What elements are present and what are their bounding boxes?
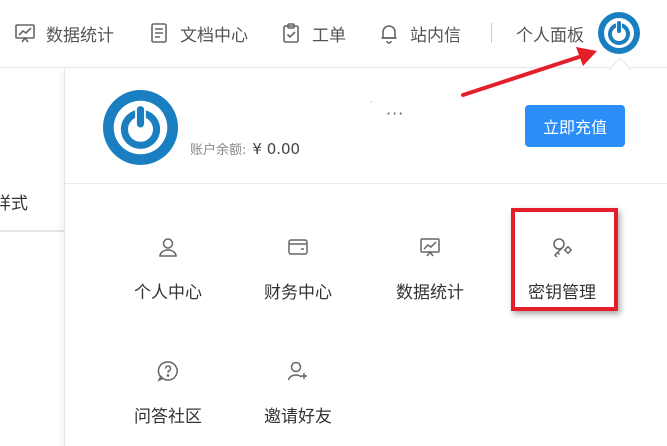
chart-board-icon xyxy=(14,22,36,44)
power-logo-icon xyxy=(103,90,178,165)
nav-item-label: 工单 xyxy=(312,25,346,46)
dropdown-avatar[interactable] xyxy=(103,90,178,165)
balance-value: ¥ 0.00 xyxy=(252,140,301,158)
username: · xyxy=(370,98,373,107)
personal-panel-link[interactable]: 个人面板 xyxy=(516,20,584,46)
user-icon xyxy=(157,236,179,258)
chart-board-icon xyxy=(419,236,441,258)
nav-item-label: 站内信 xyxy=(410,25,461,46)
power-logo-icon xyxy=(598,12,640,54)
balance-label: 账户余额: xyxy=(190,143,247,158)
menu-item-label: 邀请好友 xyxy=(264,407,332,427)
nav-item-tickets[interactable]: 工单 xyxy=(280,20,346,46)
question-bubble-icon xyxy=(157,360,179,382)
top-navigation-bar: 数据统计 文档中心 工单 站内信 个人面板 xyxy=(0,0,667,68)
nav-item-data-stats[interactable]: 数据统计 xyxy=(14,20,114,46)
menu-item-label: 个人中心 xyxy=(134,283,202,303)
menu-item-label: 财务中心 xyxy=(264,283,332,303)
add-user-icon xyxy=(287,360,309,382)
nav-item-label: 数据统计 xyxy=(46,25,114,46)
avatar[interactable] xyxy=(598,12,640,54)
menu-item-invite-friends[interactable]: 邀请好友 xyxy=(243,360,353,427)
highlight-box xyxy=(511,208,618,311)
menu-item-personal-center[interactable]: 个人中心 xyxy=(113,236,223,303)
menu-item-data-stats[interactable]: 数据统计 xyxy=(375,236,485,303)
left-background-panel xyxy=(0,68,64,446)
bell-icon xyxy=(378,22,400,44)
account-balance: 账户余额: ¥ 0.00 xyxy=(190,139,300,158)
left-divider xyxy=(0,230,64,232)
menu-item-label: 数据统计 xyxy=(396,283,464,303)
menu-item-finance-center[interactable]: 财务中心 xyxy=(243,236,353,303)
more-options[interactable]: ··· xyxy=(386,104,404,123)
clipboard-check-icon xyxy=(280,22,302,44)
recharge-button[interactable]: 立即充值 xyxy=(525,105,625,147)
menu-item-label: 问答社区 xyxy=(134,407,202,427)
wallet-icon xyxy=(287,236,309,258)
left-partial-text: 样式 xyxy=(0,194,28,214)
document-icon xyxy=(148,22,170,44)
nav-item-label: 文档中心 xyxy=(180,25,248,46)
nav-divider xyxy=(491,23,492,43)
menu-item-qa-community[interactable]: 问答社区 xyxy=(113,360,223,427)
dropdown-divider xyxy=(65,183,667,184)
nav-item-messages[interactable]: 站内信 xyxy=(378,20,461,46)
nav-item-docs[interactable]: 文档中心 xyxy=(148,20,248,46)
